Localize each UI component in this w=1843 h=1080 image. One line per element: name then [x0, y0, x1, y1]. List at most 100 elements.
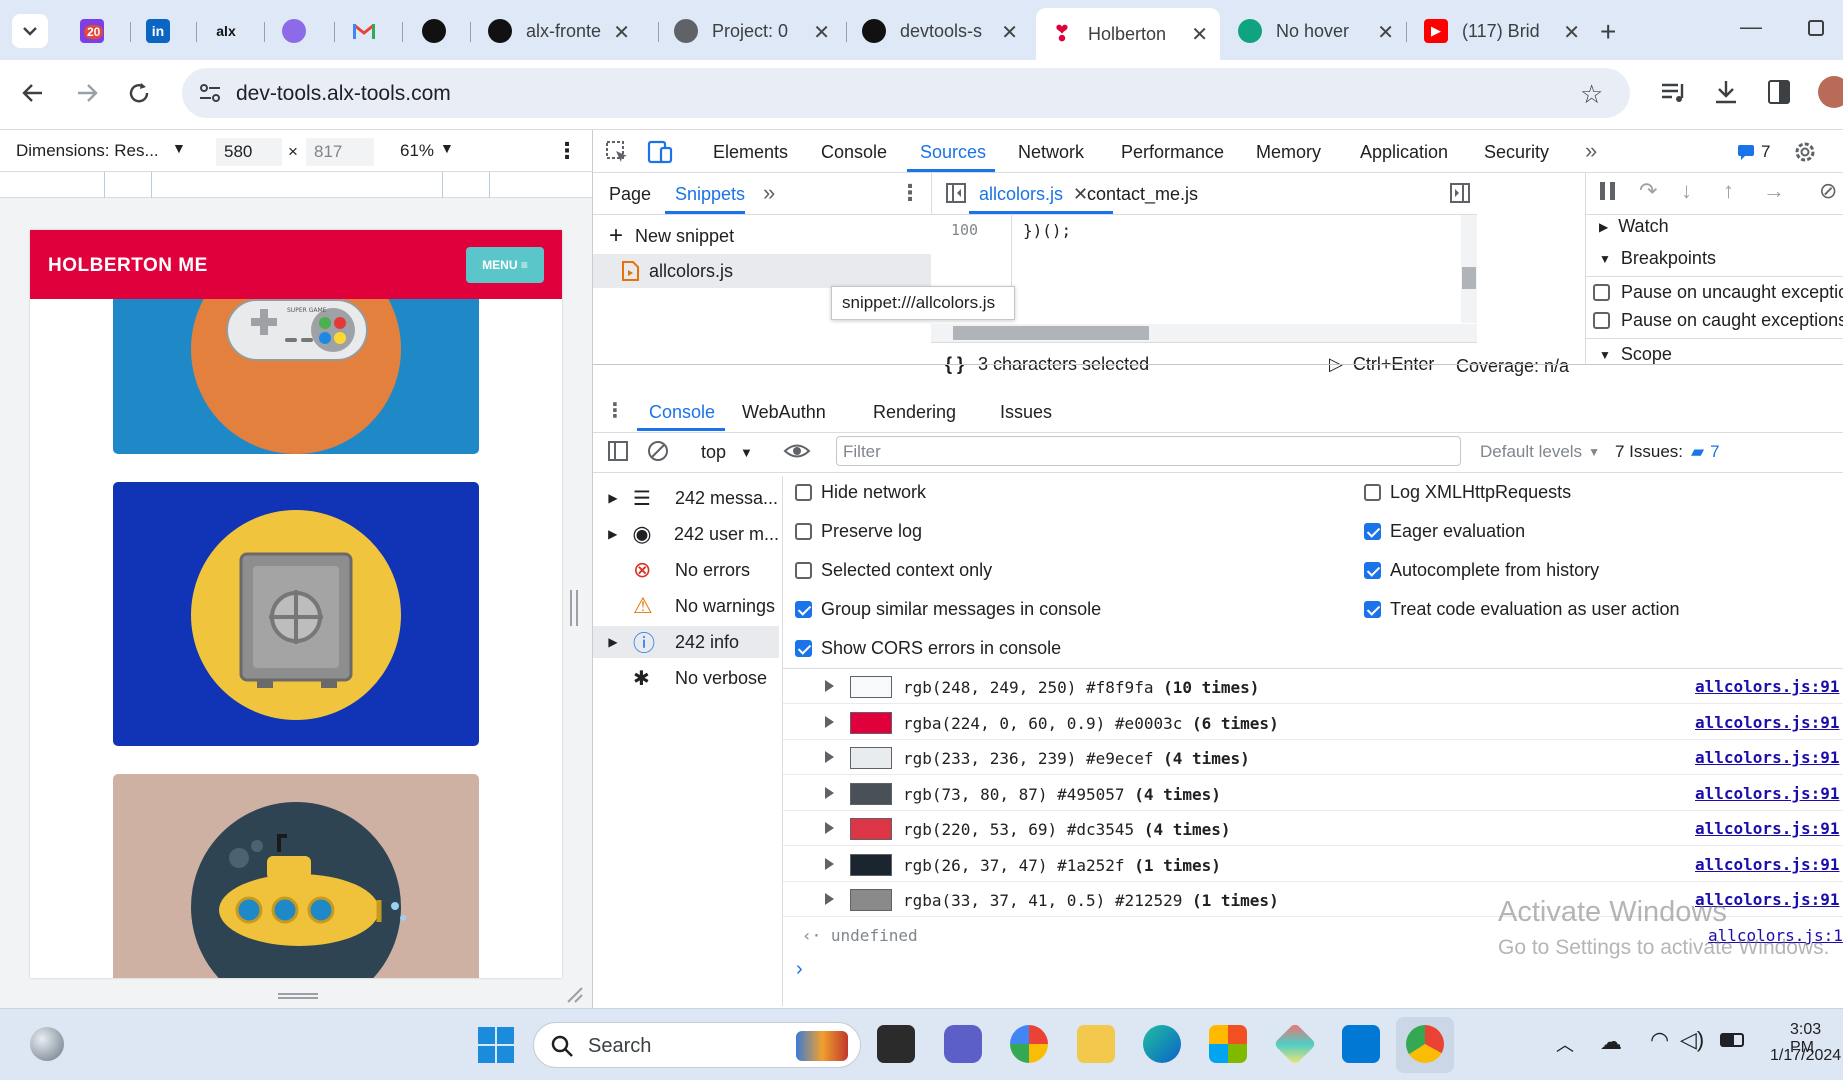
onedrive-cloud-icon[interactable]: ☁	[1600, 1029, 1622, 1055]
wifi-icon[interactable]: ◠	[1650, 1027, 1669, 1053]
height-input[interactable]: 817	[306, 138, 374, 166]
tab-security[interactable]: Security	[1484, 142, 1549, 163]
more-options-icon[interactable]: ⋮	[899, 180, 921, 206]
tab-page[interactable]: Page	[609, 184, 651, 205]
back-arrow-icon[interactable]	[20, 80, 46, 106]
console-log-row[interactable]: rgb(248, 249, 250) #f8f9fa (10 times) all…	[783, 669, 1843, 704]
console-log-row[interactable]: rgb(220, 53, 69) #dc3545 (4 times) allcol…	[783, 811, 1843, 846]
expand-triangle-icon[interactable]	[825, 680, 834, 692]
clock-date[interactable]: 1/17/2024	[1770, 1047, 1841, 1065]
more-tabs-icon[interactable]: »	[1585, 138, 1597, 164]
device-toolbar-icon[interactable]	[647, 140, 673, 164]
browser-tab[interactable]: in	[132, 10, 190, 52]
autocomplete-history-checkbox[interactable]	[1364, 562, 1381, 579]
width-input[interactable]: 580	[216, 138, 282, 166]
drawer-tab-webauthn[interactable]: WebAuthn	[742, 402, 826, 423]
horizontal-scrollbar[interactable]	[931, 324, 1477, 342]
file-explorer-icon[interactable]	[1077, 1025, 1115, 1063]
dev-app-icon[interactable]	[1273, 1022, 1317, 1066]
resize-corner-icon[interactable]	[566, 986, 584, 1004]
dropdown-arrow-icon[interactable]: ▼	[440, 140, 454, 156]
editor-tab-active[interactable]: allcolors.js ✕	[979, 184, 1088, 205]
site-info-icon[interactable]	[198, 82, 222, 104]
chrome-icon[interactable]	[1406, 1025, 1444, 1063]
expand-triangle-icon[interactable]	[825, 715, 834, 728]
store-icon[interactable]	[1209, 1025, 1247, 1063]
log-source-link[interactable]: allcolors.js:91	[1695, 784, 1843, 803]
url-text[interactable]: dev-tools.alx-tools.com	[236, 82, 451, 106]
taskbar-search[interactable]: Search	[533, 1022, 861, 1068]
address-bar[interactable]: dev-tools.alx-tools.com ☆	[182, 68, 1630, 118]
task-view-icon[interactable]	[877, 1025, 915, 1063]
media-queue-icon[interactable]	[1660, 80, 1688, 106]
sidebar-item-info[interactable]: ▶ ⓘ 242 info	[593, 626, 779, 658]
close-icon[interactable]: ✕	[1377, 20, 1394, 45]
sidebar-item-errors[interactable]: ⊗ No errors	[593, 554, 779, 586]
battery-icon[interactable]	[1720, 1033, 1744, 1047]
console-sidebar-toggle-icon[interactable]	[607, 440, 629, 462]
issues-counter[interactable]: 7	[1737, 142, 1770, 162]
start-windows-icon[interactable]	[478, 1027, 514, 1063]
resize-handle-bottom[interactable]	[278, 993, 318, 999]
hide-network-checkbox[interactable]	[795, 484, 812, 501]
reload-icon[interactable]	[126, 80, 152, 106]
pause-uncaught-checkbox[interactable]	[1593, 284, 1610, 301]
zoom-select[interactable]: 61%	[400, 141, 434, 161]
issues-link[interactable]: 7 Issues: ▰ 7	[1615, 442, 1720, 462]
close-icon[interactable]: ✕	[1563, 20, 1580, 45]
inspect-element-icon[interactable]	[605, 140, 629, 164]
sidebar-item-user-messages[interactable]: ▶ ◉ 242 user m...	[593, 518, 779, 550]
clear-console-icon[interactable]	[647, 440, 669, 462]
download-icon[interactable]	[1712, 78, 1740, 106]
browser-tab[interactable]: alx-fronte ✕	[474, 10, 642, 52]
expand-triangle-icon[interactable]	[825, 857, 834, 870]
menu-button[interactable]: MENU ≡	[466, 247, 544, 283]
minimize-icon[interactable]: —	[1740, 14, 1762, 40]
tab-console[interactable]: Console	[821, 142, 887, 163]
step-into-icon[interactable]: ↓	[1681, 178, 1692, 204]
treat-evaluation-checkbox[interactable]	[1364, 601, 1381, 618]
side-panel-icon[interactable]	[1768, 80, 1790, 104]
dropdown-arrow-icon[interactable]: ▼	[172, 140, 186, 156]
selected-context-checkbox[interactable]	[795, 562, 812, 579]
console-filter-input[interactable]: Filter	[836, 436, 1461, 466]
site-brand[interactable]: HOLBERTON ME	[48, 255, 208, 277]
drawer-tab-issues[interactable]: Issues	[1000, 402, 1052, 423]
weather-widget-icon[interactable]	[30, 1027, 64, 1061]
volume-icon[interactable]: ◁)	[1680, 1027, 1704, 1053]
expand-triangle-icon[interactable]	[825, 786, 834, 799]
preserve-log-checkbox[interactable]	[795, 523, 812, 540]
sidebar-item-warnings[interactable]: ⚠ No warnings	[593, 590, 779, 622]
log-source-link[interactable]: allcolors.js:91	[1695, 677, 1843, 696]
close-icon[interactable]: ✕	[1191, 22, 1208, 47]
log-source-link[interactable]: allcolors.js:91	[1695, 748, 1843, 767]
live-expression-eye-icon[interactable]	[783, 440, 811, 462]
forward-arrow-icon[interactable]	[74, 80, 100, 106]
tab-sources[interactable]: Sources	[920, 142, 986, 163]
expand-triangle-icon[interactable]	[825, 893, 834, 905]
toggle-navigator-icon[interactable]	[945, 182, 967, 204]
browser-tab[interactable]	[338, 10, 396, 52]
tab-memory[interactable]: Memory	[1256, 142, 1321, 163]
watch-section[interactable]: ▶ Watch	[1599, 216, 1669, 237]
close-icon[interactable]: ✕	[1001, 20, 1018, 45]
sidebar-item-messages[interactable]: ▶ ☰ 242 messa...	[593, 482, 779, 514]
step-out-icon[interactable]: ↑	[1723, 178, 1734, 204]
console-log-row[interactable]: rgb(26, 37, 47) #1a252f (1 times) allcolo…	[783, 847, 1843, 882]
log-levels-select[interactable]: Default levels ▼	[1480, 442, 1600, 462]
console-log-row[interactable]: rgb(73, 80, 87) #495057 (4 times) allcolo…	[783, 776, 1843, 811]
step-over-icon[interactable]: ↷	[1639, 178, 1657, 204]
log-xhr-checkbox[interactable]	[1364, 484, 1381, 501]
new-tab-plus-icon[interactable]: +	[1600, 16, 1616, 48]
teams-icon[interactable]	[944, 1025, 982, 1063]
google-app-icon[interactable]	[1010, 1025, 1048, 1063]
browser-tab-active[interactable]: ❣ Holberton ✕	[1036, 8, 1220, 60]
deactivate-breakpoints-icon[interactable]: ⊘	[1819, 178, 1837, 204]
browser-tab[interactable]: devtools-s ✕	[848, 10, 1030, 52]
snippet-file-item[interactable]: allcolors.js	[593, 254, 931, 288]
toggle-debugger-icon[interactable]	[1449, 182, 1471, 204]
pause-icon[interactable]	[1597, 180, 1619, 202]
chevron-up-icon[interactable]: ︿	[1556, 1031, 1574, 1057]
log-source-link[interactable]: allcolors.js:91	[1695, 713, 1843, 732]
log-source-link[interactable]: allcolors.js:91	[1695, 819, 1843, 838]
